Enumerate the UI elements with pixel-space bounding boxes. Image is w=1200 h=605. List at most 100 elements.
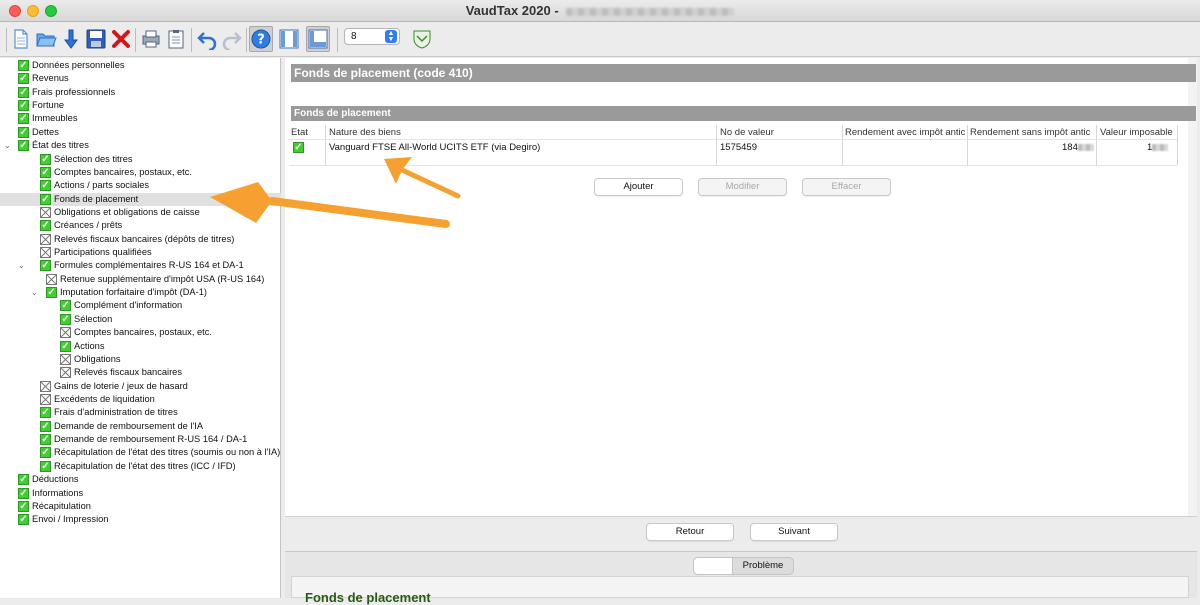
back-button[interactable]: Retour	[646, 523, 734, 541]
tree-item[interactable]: ✓ Dettes	[0, 126, 281, 139]
tree-item[interactable]: ✓ Sélection des titres	[0, 153, 281, 166]
tree-item[interactable]: Relevés fiscaux bancaires (dépôts de tit…	[0, 233, 281, 246]
tree-item[interactable]: ✓ Informations	[0, 487, 281, 500]
navigation-tree: ✓ Données personnelles ✓ Revenus ✓ Frais prof…	[0, 58, 281, 598]
status-ok-icon: ✓	[40, 460, 51, 472]
tab-probleme[interactable]: Problème	[732, 557, 794, 575]
edit-button[interactable]: Modifier	[698, 178, 787, 196]
tree-item-label: Actions / parts sociales	[54, 180, 150, 191]
tree-item[interactable]: ✓ Actions	[0, 340, 281, 353]
vaud-crest-icon[interactable]	[410, 26, 434, 52]
status-ok-icon: ✓	[40, 434, 51, 446]
chevron-down-icon[interactable]: ⌄	[18, 259, 25, 272]
tree-item[interactable]: ⌄ ✓ Formules complémentaires R-US 164 et D…	[0, 259, 281, 272]
status-ok-icon: ✓	[40, 407, 51, 419]
window-title: VaudTax 2020 -	[0, 3, 1200, 18]
help-icon[interactable]: ?	[249, 26, 273, 52]
tree-item[interactable]: ✓ Revenus	[0, 72, 281, 85]
column-header-etat[interactable]: Etat	[291, 127, 325, 138]
tree-item[interactable]: ✓ Récapitulation de l'état des titres (so…	[0, 446, 281, 459]
status-ok-icon: ✓	[40, 166, 51, 178]
tree-item[interactable]: ✓ Récapitulation	[0, 500, 281, 513]
tree-item[interactable]: ✓ Demande de remboursement R-US 164 / DA-…	[0, 433, 281, 446]
window-titlebar: VaudTax 2020 -	[0, 0, 1200, 22]
column-header-no-valeur[interactable]: No de valeur	[720, 127, 840, 138]
status-ok-icon: ✓	[293, 142, 304, 153]
clipboard-icon[interactable]	[164, 26, 188, 52]
new-document-icon[interactable]	[9, 26, 33, 52]
toolbar-separator	[191, 28, 192, 52]
tree-item[interactable]: ✓ Demande de remboursement de l'IA	[0, 420, 281, 433]
delete-button[interactable]: Effacer	[802, 178, 891, 196]
save-icon[interactable]	[84, 26, 108, 52]
download-icon[interactable]	[59, 26, 83, 52]
main-scrollbar[interactable]	[1188, 58, 1197, 516]
delete-icon[interactable]	[109, 26, 133, 52]
tree-item[interactable]: ✓ Données personnelles	[0, 59, 281, 72]
column-header-valeur-imposable[interactable]: Valeur imposable	[1100, 127, 1176, 138]
tree-item[interactable]: ✓ Immeubles	[0, 112, 281, 125]
chevron-down-icon[interactable]: ⌄	[4, 139, 11, 152]
status-ok-icon: ✓	[18, 140, 29, 152]
toolbar-separator	[246, 28, 247, 52]
add-button[interactable]: Ajouter	[594, 178, 683, 196]
tree-item[interactable]: ✓ Comptes bancaires, postaux, etc.	[0, 166, 281, 179]
tree-item[interactable]: ✓ Actions / parts sociales	[0, 179, 281, 192]
stepper-icon[interactable]: ▲ ▼	[385, 30, 397, 43]
tree-item[interactable]: ✓ Déductions	[0, 473, 281, 486]
status-not-applicable-icon	[60, 367, 71, 379]
print-icon[interactable]	[139, 26, 163, 52]
column-divider	[716, 125, 717, 165]
chevron-down-icon[interactable]: ⌄	[31, 286, 38, 299]
column-divider	[1177, 125, 1178, 165]
tree-item[interactable]: ✓ Complément d'information	[0, 299, 281, 312]
grid-row-line	[289, 165, 1177, 166]
column-divider	[1096, 125, 1097, 165]
tree-item[interactable]: Participations qualifiées	[0, 246, 281, 259]
tree-item[interactable]: ✓ Récapitulation de l'état des titres (IC…	[0, 460, 281, 473]
tree-item[interactable]: ✓ Envoi / Impression	[0, 513, 281, 526]
tree-item[interactable]: ⌄ ✓ Imputation forfaitaire d'impôt (DA-1)	[0, 286, 281, 299]
tree-item[interactable]: ✓ Fonds de placement	[0, 192, 281, 206]
tree-item[interactable]: ✓ Frais d'administration de titres	[0, 406, 281, 419]
column-header-rendement-avec[interactable]: Rendement avec impôt antic	[845, 127, 967, 138]
tree-item[interactable]: Obligations et obligations de caisse	[0, 206, 281, 219]
zoom-select[interactable]: 8 ▲ ▼	[344, 28, 400, 45]
redacted-filename	[566, 7, 735, 16]
tree-item[interactable]: ✓ Fortune	[0, 99, 281, 112]
tree-item[interactable]: Comptes bancaires, postaux, etc.	[0, 326, 281, 339]
tree-item[interactable]: ⌄ ✓ État des titres	[0, 139, 281, 152]
tree-item-label: Gains de loterie / jeux de hasard	[54, 380, 188, 391]
status-ok-icon: ✓	[40, 447, 51, 459]
tree-item[interactable]: Retenue supplémentaire d'impôt USA (R-US…	[0, 273, 281, 286]
tree-item-label: Sélection des titres	[54, 153, 133, 164]
redo-icon[interactable]	[220, 26, 244, 52]
redacted-value	[1077, 143, 1094, 151]
redacted-value	[1152, 143, 1169, 151]
status-not-applicable-icon	[46, 273, 57, 285]
open-folder-icon[interactable]	[34, 26, 58, 52]
tree-item[interactable]: Obligations	[0, 353, 281, 366]
tree-item-label: Envoi / Impression	[32, 514, 109, 525]
svg-text:?: ?	[257, 33, 265, 48]
undo-icon[interactable]	[195, 26, 219, 52]
layout-single-icon[interactable]	[277, 26, 301, 52]
next-button[interactable]: Suivant	[750, 523, 838, 541]
status-ok-icon: ✓	[40, 193, 51, 205]
tab-blank[interactable]	[693, 557, 733, 575]
tree-item[interactable]: ✓ Sélection	[0, 313, 281, 326]
cell-no-valeur: 1575459	[720, 142, 757, 153]
tree-item[interactable]: Relevés fiscaux bancaires	[0, 366, 281, 379]
window-title-text: VaudTax 2020 -	[465, 3, 559, 18]
tree-item[interactable]: ✓ Frais professionnels	[0, 86, 281, 99]
tree-item[interactable]: Gains de loterie / jeux de hasard	[0, 380, 281, 393]
column-header-rendement-sans[interactable]: Rendement sans impôt antic	[970, 127, 1095, 138]
status-ok-icon: ✓	[18, 487, 29, 499]
tree-item[interactable]: ✓ Créances / prêts	[0, 219, 281, 232]
tree-item[interactable]: Excédents de liquidation	[0, 393, 281, 406]
layout-split-icon[interactable]	[306, 26, 330, 52]
status-ok-icon: ✓	[60, 340, 71, 352]
column-header-nature[interactable]: Nature des biens	[329, 127, 715, 138]
tree-item-label: Retenue supplémentaire d'impôt USA (R-US…	[60, 273, 265, 284]
tree-item-label: Frais professionnels	[32, 86, 116, 97]
